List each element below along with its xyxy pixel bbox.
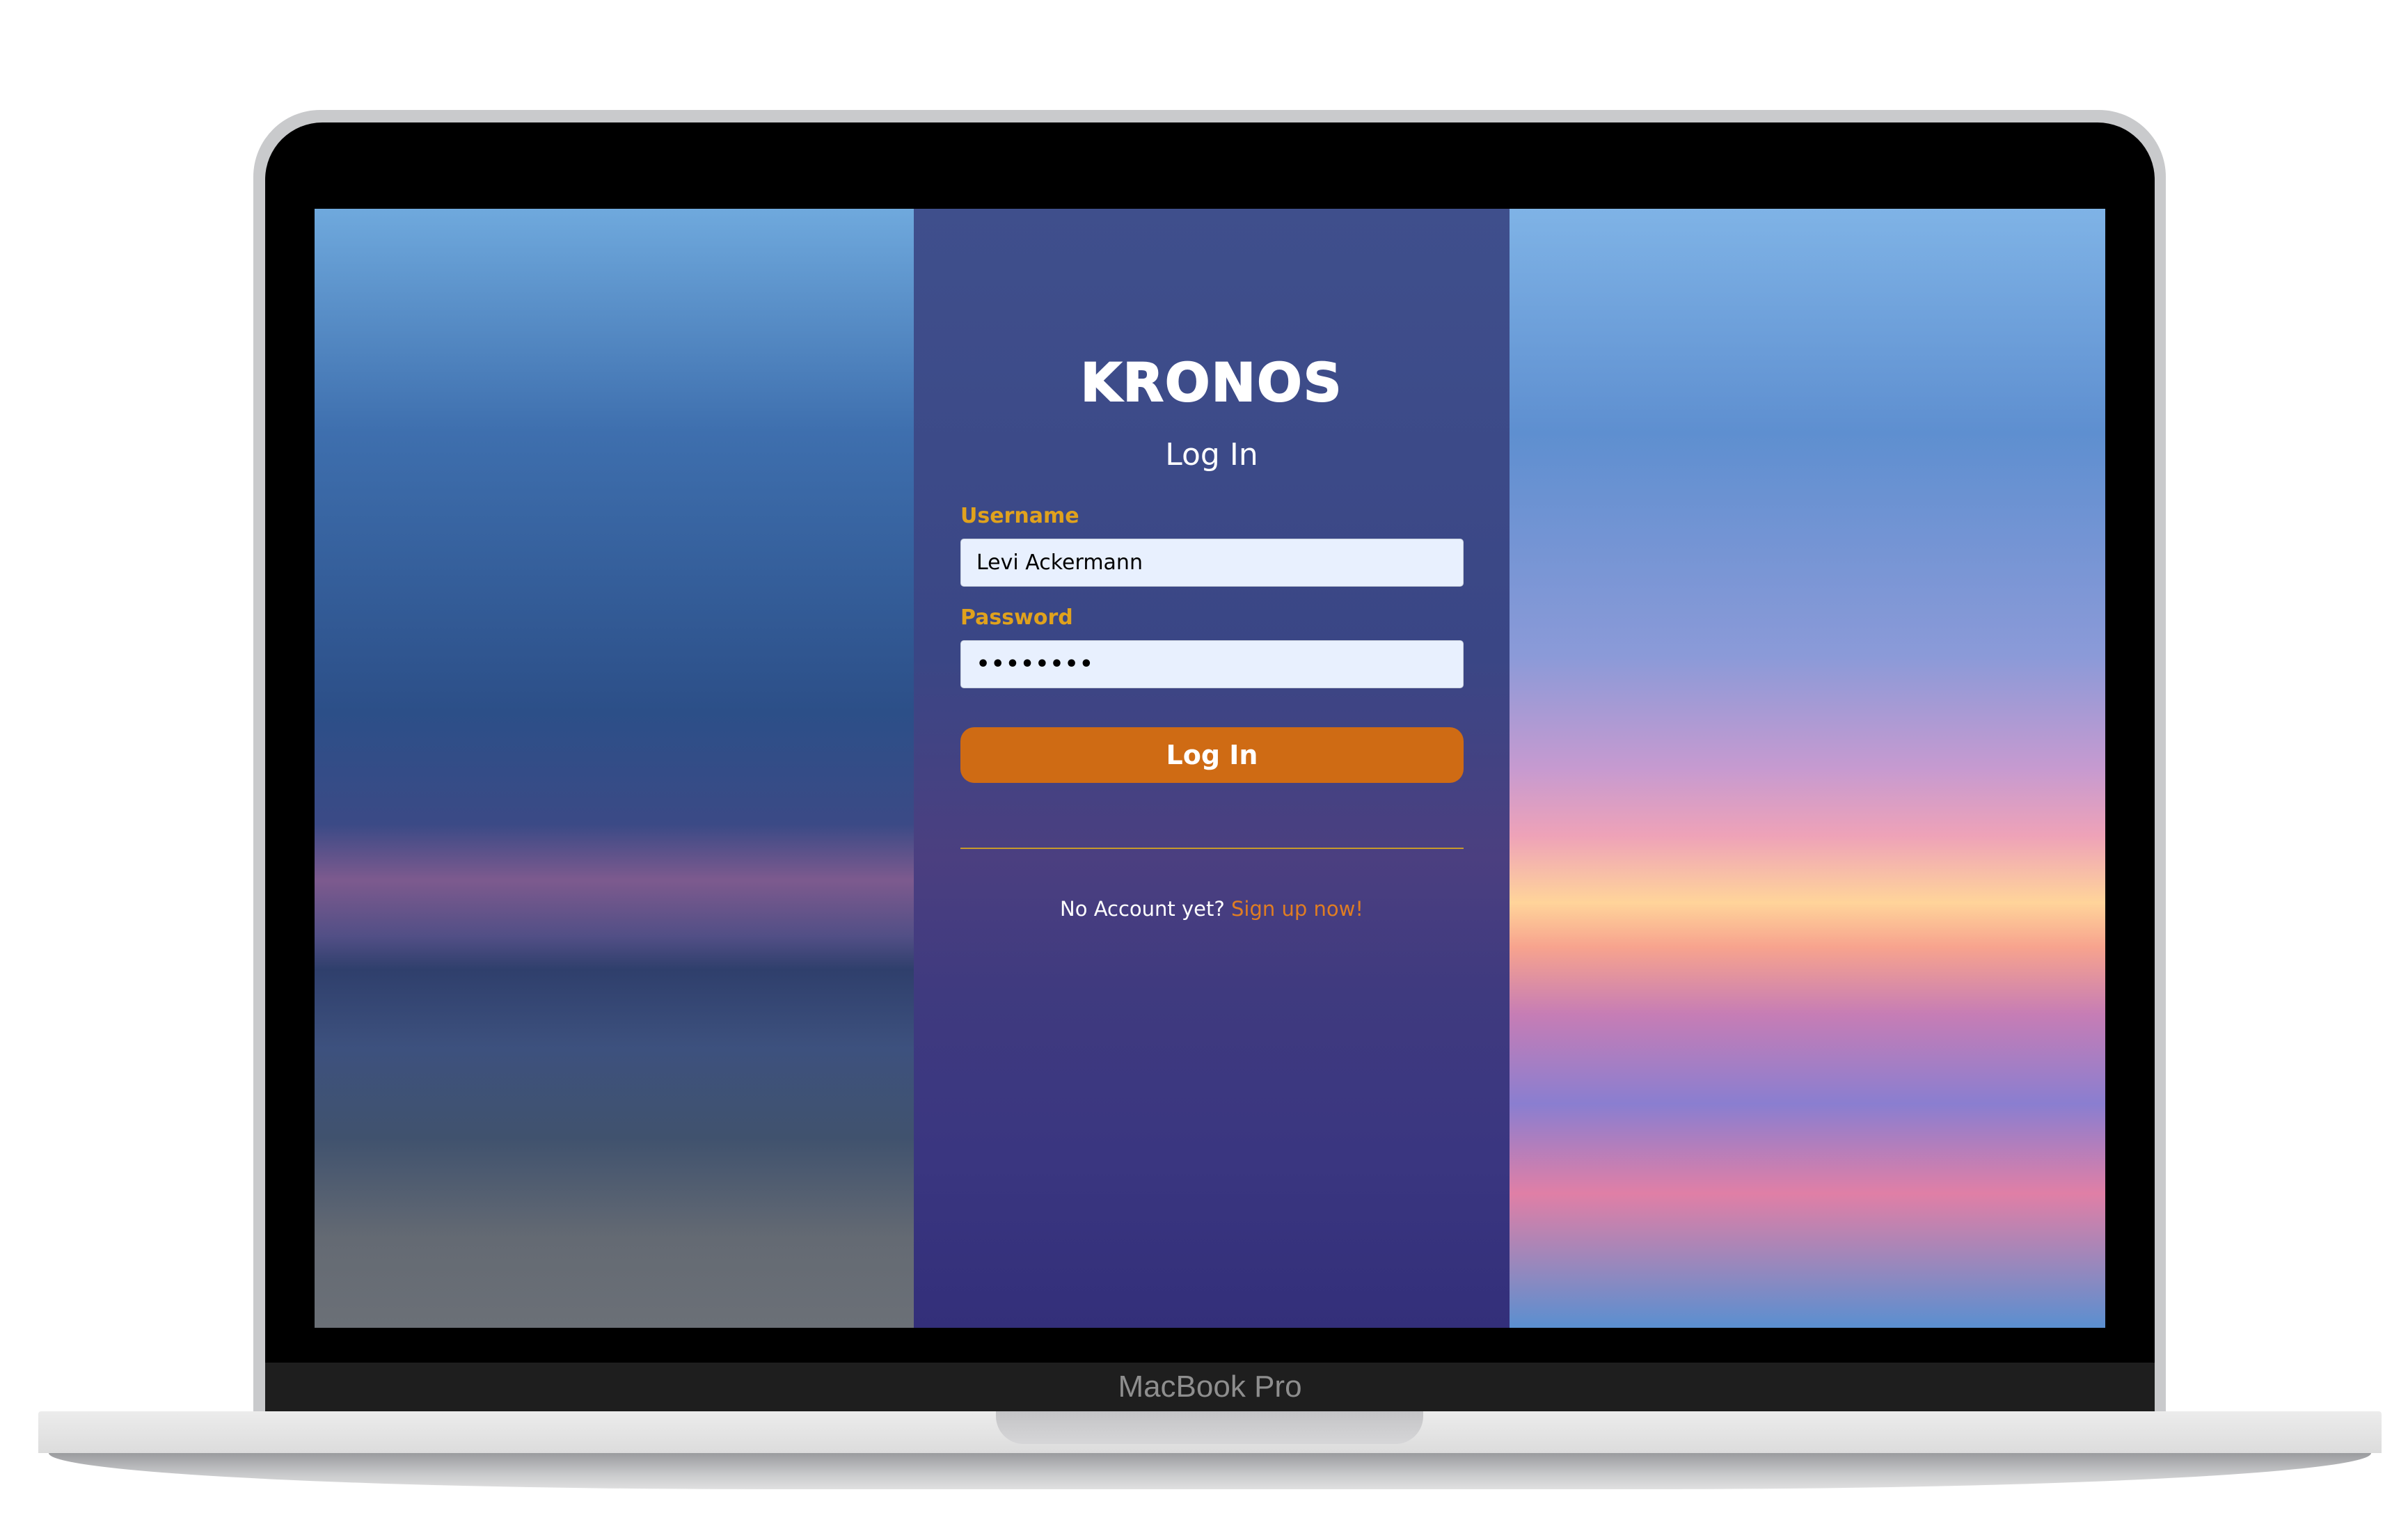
username-input[interactable]: [960, 539, 1464, 587]
password-input[interactable]: [960, 640, 1464, 688]
login-panel: KRONOS Log In Username Password Log In N…: [914, 209, 1510, 1328]
background-photo-left: [315, 209, 914, 1328]
signup-prompt: No Account yet? Sign up now!: [914, 897, 1510, 921]
no-account-text: No Account yet?: [1060, 897, 1225, 921]
bezel-chin: MacBook Pro: [265, 1363, 2155, 1411]
device-label: MacBook Pro: [1118, 1370, 1302, 1404]
log-in-button[interactable]: Log In: [960, 727, 1464, 783]
username-label: Username: [960, 504, 1079, 528]
bezel-bottom: [265, 1328, 2155, 1363]
lid-notch: [996, 1411, 1423, 1444]
divider: [960, 848, 1464, 849]
screen: KRONOS Log In Username Password Log In N…: [315, 209, 2105, 1328]
sign-up-link[interactable]: Sign up now!: [1231, 897, 1363, 921]
laptop-base-edge: [49, 1453, 2371, 1489]
page-title: Log In: [1165, 437, 1258, 473]
password-label: Password: [960, 605, 1073, 630]
kronos-logo: KRONOS: [1080, 351, 1343, 414]
background-photo-right: [1510, 209, 2105, 1328]
